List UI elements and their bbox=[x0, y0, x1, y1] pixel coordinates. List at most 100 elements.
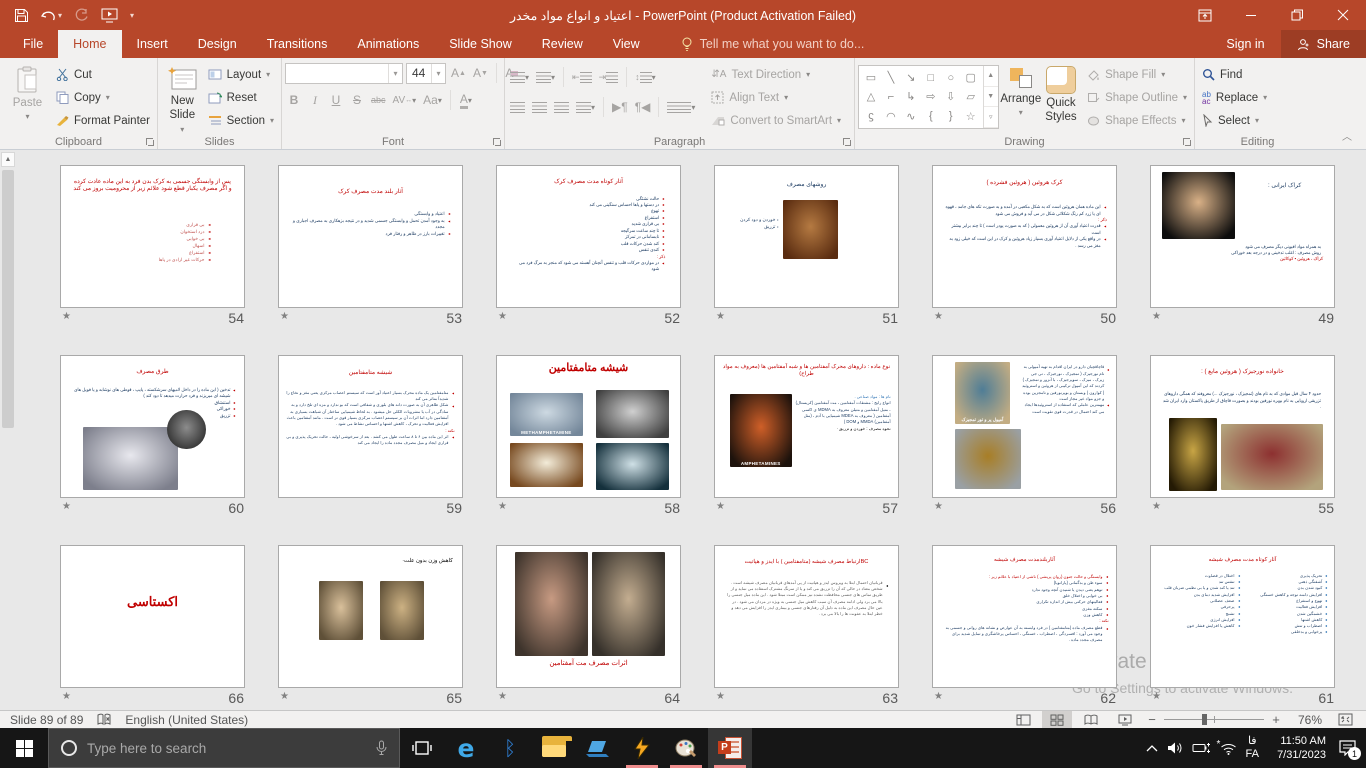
slide-thumbnail-63[interactable]: BCارتباط مصرف شیشه (متامفتامین ) با ایدز… bbox=[714, 545, 899, 688]
wifi-no-internet-icon[interactable]: * bbox=[1220, 742, 1237, 755]
slide-thumbnail-64[interactable]: اثرات مصرف مت آمفتامین bbox=[496, 545, 681, 688]
slide-thumbnail-51[interactable]: روشهای مصرف•خوردن و دود کردن•تزریق bbox=[714, 165, 899, 308]
slide-thumbnail-49[interactable]: کراک ایرانی :به همراه مواد افیونی دیگر م… bbox=[1150, 165, 1335, 308]
font-name-combobox[interactable]: ▾ bbox=[285, 63, 403, 84]
shapes-gallery[interactable]: ▭╲↘□○▢△⌐↳⇨⇩▱ϛ◠∿{}☆ ▲▼▿ bbox=[858, 65, 999, 129]
tab-insert[interactable]: Insert bbox=[122, 30, 183, 58]
paste-dropdown-arrow[interactable]: ▾ bbox=[25, 112, 29, 122]
zoom-slider-thumb[interactable] bbox=[1202, 714, 1207, 725]
left-brace-shape-icon[interactable]: { bbox=[929, 110, 933, 122]
paint-icon[interactable] bbox=[664, 728, 708, 768]
spell-check-icon[interactable] bbox=[97, 713, 111, 726]
scrollbar-up-arrow[interactable]: ▲ bbox=[1, 152, 15, 167]
slide-thumbnail-54[interactable]: پس از وابستگی جسمی به کرک بدن فرد به این… bbox=[60, 165, 245, 308]
increase-indent-icon[interactable]: ⇥ bbox=[597, 67, 621, 87]
zoom-in-button[interactable]: + bbox=[1268, 712, 1284, 727]
line-spacing-icon[interactable]: ↕▾ bbox=[633, 67, 658, 87]
reset-button[interactable]: Reset bbox=[204, 87, 278, 108]
shape-effects-button[interactable]: Shape Effects▾ bbox=[1083, 110, 1191, 131]
italic-button[interactable]: I bbox=[306, 90, 324, 110]
underline-button[interactable]: U bbox=[327, 90, 345, 110]
hidden-icons-chevron[interactable] bbox=[1146, 744, 1158, 752]
normal-view-button[interactable] bbox=[1008, 711, 1038, 728]
right-arrow-shape-icon[interactable]: ⇨ bbox=[926, 90, 935, 103]
curve-shape-icon[interactable]: ∿ bbox=[906, 110, 915, 123]
zoom-out-button[interactable]: − bbox=[1144, 712, 1160, 727]
select-dropdown-arrow[interactable]: ▾ bbox=[1255, 116, 1259, 125]
align-right-icon[interactable] bbox=[552, 97, 571, 117]
fit-slide-to-window-button[interactable] bbox=[1330, 711, 1360, 728]
justify-icon[interactable]: ▾ bbox=[574, 97, 597, 117]
snip-corner-shape-icon[interactable]: ▱ bbox=[966, 90, 974, 103]
undo-dropdown-arrow[interactable]: ▾ bbox=[58, 11, 62, 20]
slide-thumbnail-62[interactable]: آثاربلندمدت مصرف شیشه◄وابستگی و حالت جنو… bbox=[932, 545, 1117, 688]
oval-shape-icon[interactable]: ○ bbox=[947, 72, 954, 84]
language-switcher[interactable]: فا FA bbox=[1246, 735, 1259, 761]
arrange-button[interactable]: Arrange ▾ bbox=[999, 61, 1043, 133]
edge-icon[interactable]: e bbox=[444, 728, 488, 768]
slide-thumbnail-66[interactable]: اکستاسی bbox=[60, 545, 245, 688]
shape-fill-button[interactable]: Shape Fill▾ bbox=[1083, 64, 1191, 85]
slide-thumbnail-53[interactable]: آثار بلند مدت مصرف کرک◄اعتیاد و وابستگی◄… bbox=[278, 165, 463, 308]
share-button[interactable]: Share bbox=[1281, 30, 1366, 58]
collapse-ribbon-icon[interactable]: ︿ bbox=[1328, 122, 1366, 149]
right-to-left-icon[interactable]: ¶◀ bbox=[633, 97, 653, 117]
align-left-icon[interactable] bbox=[508, 97, 527, 117]
font-size-combobox[interactable]: 44 ▾ bbox=[406, 63, 446, 84]
rectangle-shape-icon[interactable]: □ bbox=[927, 72, 934, 84]
customize-quick-access-toolbar-icon[interactable]: ▾ bbox=[130, 11, 134, 20]
strikethrough-button[interactable]: S bbox=[348, 90, 366, 110]
undo-icon[interactable]: ▾ bbox=[41, 9, 62, 22]
slide-thumbnail-57[interactable]: نوع ماده : داروهای محرک آمفتامین ها و شب… bbox=[714, 355, 899, 498]
font-name-dropdown-arrow[interactable]: ▾ bbox=[388, 64, 402, 83]
columns-icon[interactable]: ▾ bbox=[665, 97, 697, 117]
close-icon[interactable] bbox=[1320, 0, 1366, 30]
microphone-icon[interactable] bbox=[376, 740, 387, 756]
paragraph-dialog-launcher-icon[interactable] bbox=[842, 137, 852, 147]
cut-button[interactable]: Cut bbox=[52, 64, 154, 85]
copy-button[interactable]: Copy ▾ bbox=[52, 87, 154, 108]
arc-shape-icon[interactable]: ◠ bbox=[886, 110, 896, 123]
down-arrow-shape-icon[interactable]: ⇩ bbox=[946, 90, 955, 103]
text-shadow-button[interactable]: abc bbox=[369, 90, 388, 110]
align-text-button[interactable]: Align Text▾ bbox=[707, 87, 845, 108]
save-icon[interactable] bbox=[14, 8, 29, 23]
increase-font-size-icon[interactable]: A▲ bbox=[449, 63, 468, 83]
tab-transitions[interactable]: Transitions bbox=[252, 30, 343, 58]
slide-sorter-view-button[interactable] bbox=[1042, 711, 1072, 728]
rounded-rectangle-shape-icon[interactable]: ▢ bbox=[966, 71, 976, 84]
slide-thumbnail-50[interactable]: کرک هروئین ( هروئین فشرده )◄این ماده هما… bbox=[932, 165, 1117, 308]
decrease-font-size-icon[interactable]: A▼ bbox=[471, 63, 490, 83]
right-brace-shape-icon[interactable]: } bbox=[949, 110, 953, 122]
language-indicator[interactable]: English (United States) bbox=[125, 713, 248, 727]
star-shape-icon[interactable]: ☆ bbox=[966, 110, 976, 123]
shapes-gallery-scrollbar[interactable]: ▲▼▿ bbox=[983, 66, 998, 128]
font-dialog-launcher-icon[interactable] bbox=[492, 137, 502, 147]
powerpoint-taskbar-icon[interactable]: P bbox=[708, 728, 752, 768]
quick-styles-button[interactable]: Quick Styles bbox=[1043, 61, 1079, 133]
slideshow-view-button[interactable] bbox=[1110, 711, 1140, 728]
text-box-shape-icon[interactable]: ▭ bbox=[866, 71, 876, 84]
tab-view[interactable]: View bbox=[598, 30, 655, 58]
zoom-percentage[interactable]: 76% bbox=[1288, 713, 1322, 727]
font-color-button[interactable]: A▾ bbox=[457, 90, 475, 110]
format-painter-button[interactable]: Format Painter bbox=[52, 110, 154, 131]
replace-dropdown-arrow[interactable]: ▾ bbox=[1263, 93, 1267, 102]
slide-thumbnail-55[interactable]: خانواده نورجیزک ( هروئین مایع ) :حدود ۴ … bbox=[1150, 355, 1335, 498]
paste-button[interactable]: Paste ▾ bbox=[3, 61, 52, 133]
section-button[interactable]: Section ▾ bbox=[204, 110, 278, 131]
section-dropdown-arrow[interactable]: ▾ bbox=[270, 116, 274, 125]
action-center-icon[interactable]: 1 bbox=[1339, 740, 1356, 756]
decrease-indent-icon[interactable]: ⇤ bbox=[570, 67, 594, 87]
numbering-icon[interactable]: ▾ bbox=[534, 67, 557, 87]
convert-to-smartart-button[interactable]: Convert to SmartArt▾ bbox=[707, 110, 845, 131]
ribbon-display-options-icon[interactable] bbox=[1182, 0, 1228, 30]
vertical-scrollbar[interactable]: ▲ bbox=[0, 150, 16, 710]
line-shape-icon[interactable]: ╲ bbox=[888, 71, 895, 84]
layout-dropdown-arrow[interactable]: ▾ bbox=[266, 70, 270, 79]
battery-charging-icon[interactable] bbox=[1192, 742, 1211, 754]
reading-view-button[interactable] bbox=[1076, 711, 1106, 728]
bold-button[interactable]: B bbox=[285, 90, 303, 110]
tab-file[interactable]: File bbox=[8, 30, 58, 58]
tab-review[interactable]: Review bbox=[527, 30, 598, 58]
